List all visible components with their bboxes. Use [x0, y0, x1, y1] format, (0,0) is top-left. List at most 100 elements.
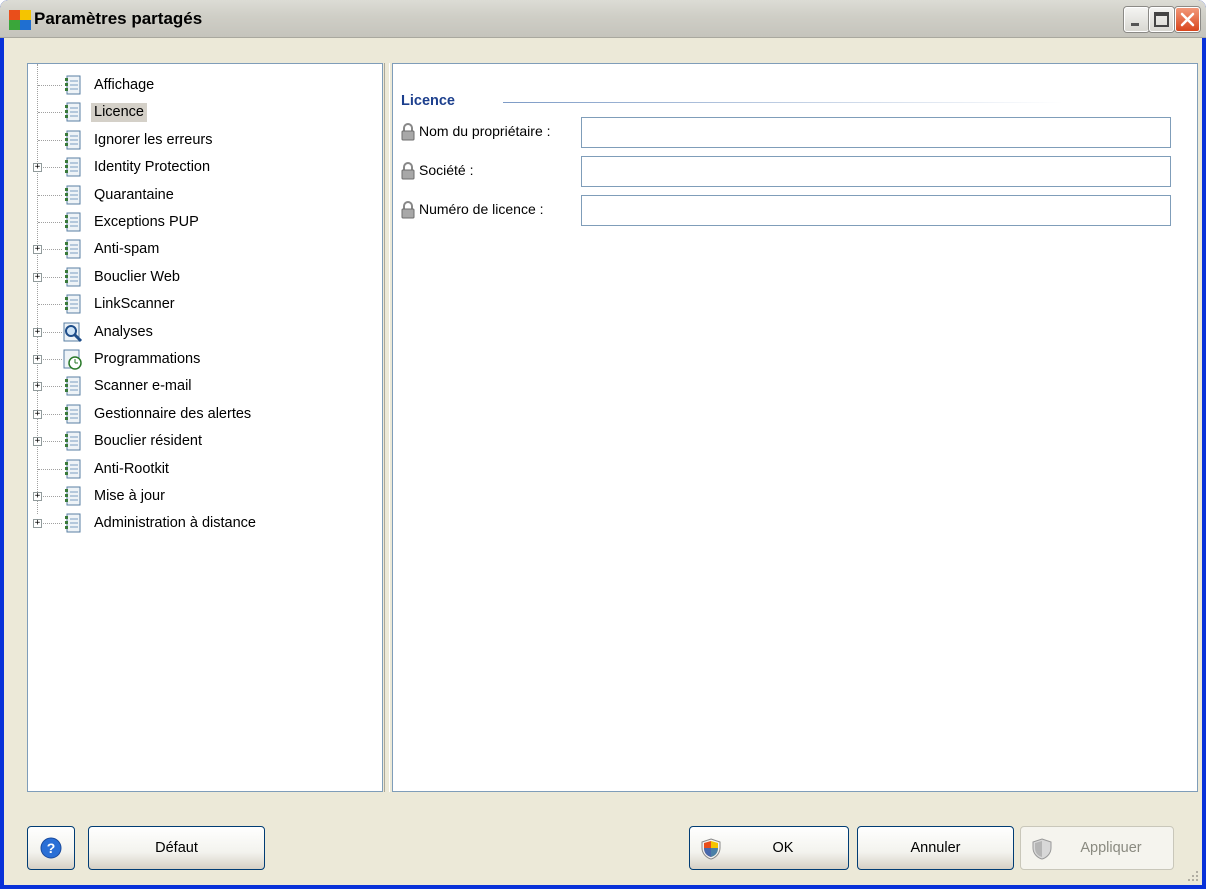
settings-page-icon: [65, 75, 81, 95]
tree-connector-line: [38, 222, 62, 223]
apply-button-label: Appliquer: [1080, 840, 1142, 856]
tree-item-label: Licence: [91, 103, 147, 123]
ok-button[interactable]: OK: [689, 826, 849, 870]
resize-grip-icon[interactable]: [1186, 869, 1200, 883]
expand-toggle-icon[interactable]: +: [33, 437, 42, 447]
tree-item[interactable]: Licence: [28, 99, 382, 126]
expand-toggle-icon[interactable]: +: [33, 245, 42, 255]
minimize-button[interactable]: [1124, 7, 1149, 32]
tree-item[interactable]: + Bouclier résident: [28, 428, 382, 455]
settings-page-icon: [65, 431, 81, 451]
tree-item-label: Anti-Rootkit: [94, 460, 169, 477]
tree-item[interactable]: + Anti-spam: [28, 236, 382, 263]
tree-item[interactable]: Exceptions PUP: [28, 209, 382, 236]
lock-icon: [401, 201, 415, 219]
settings-window: Paramètres partagés Affichage Licence Igno…: [0, 0, 1206, 889]
tree-item-label: Bouclier Web: [94, 268, 180, 285]
apply-button[interactable]: Appliquer: [1020, 826, 1174, 870]
tree-item[interactable]: + Programmations: [28, 346, 382, 373]
title-bar[interactable]: Paramètres partagés: [0, 0, 1206, 38]
lock-icon: [401, 123, 415, 141]
tree-connector-line: [38, 85, 62, 86]
default-button[interactable]: Défaut: [88, 826, 265, 870]
license-number-row: Numéro de licence :: [401, 195, 1191, 226]
settings-page-icon: [65, 486, 81, 506]
tree-item[interactable]: + Administration à distance: [28, 510, 382, 537]
settings-page-icon: [65, 185, 81, 205]
company-field[interactable]: [581, 156, 1171, 187]
expand-toggle-icon[interactable]: +: [33, 409, 42, 419]
settings-page-icon: [65, 212, 81, 232]
cancel-button[interactable]: Annuler: [857, 826, 1014, 870]
license-number-field[interactable]: [581, 195, 1171, 226]
tree-item-label: Mise à jour: [94, 488, 165, 504]
help-button[interactable]: ?: [27, 826, 75, 870]
expand-toggle-icon[interactable]: +: [33, 519, 42, 529]
tree-item[interactable]: + Identity Protection: [28, 154, 382, 181]
settings-page-icon: [65, 102, 81, 122]
scan-magnifier-icon: [63, 322, 83, 342]
window-title: Paramètres partagés: [34, 9, 203, 28]
tree-item[interactable]: + Bouclier Web: [28, 264, 382, 291]
tree-item-label: Exceptions PUP: [94, 214, 199, 230]
tree-item-label: Identity Protection: [94, 159, 211, 176]
tree-item[interactable]: Quarantaine: [28, 182, 382, 209]
company-row: Société :: [401, 156, 1191, 187]
tree-item-label: Ignorer les erreurs: [94, 131, 213, 148]
maximize-button[interactable]: [1149, 7, 1174, 32]
maximize-icon: [1154, 12, 1169, 27]
tree-item[interactable]: + Mise à jour: [28, 483, 382, 510]
settings-page-icon: [65, 513, 81, 533]
expand-toggle-icon[interactable]: +: [33, 382, 42, 392]
tree-item-label: Bouclier résident: [94, 433, 202, 450]
tree-connector-line: [38, 304, 62, 306]
tree-item-label: Scanner e-mail: [94, 378, 192, 395]
schedule-clock-icon: [63, 349, 82, 370]
close-icon: [1180, 12, 1195, 27]
owner-name-row: Nom du propriétaire :: [401, 117, 1191, 148]
owner-name-label: Nom du propriétaire :: [419, 123, 551, 139]
settings-page-icon: [65, 404, 81, 424]
tree-item-label: Anti-spam: [94, 241, 160, 258]
settings-page-icon: [65, 376, 81, 396]
expand-toggle-icon[interactable]: +: [33, 163, 42, 173]
company-label: Société :: [419, 162, 474, 178]
tree-item[interactable]: LinkScanner: [28, 291, 382, 318]
owner-name-field[interactable]: [581, 117, 1171, 148]
tree-item[interactable]: + Scanner e-mail: [28, 373, 382, 400]
panel-splitter[interactable]: [384, 63, 390, 792]
tree-item-label: Gestionnaire des alertes: [94, 405, 252, 422]
settings-page-icon: [65, 459, 81, 479]
tree-connector-line: [38, 468, 62, 470]
expand-toggle-icon[interactable]: +: [33, 355, 42, 364]
tree-item-label: Administration à distance: [94, 515, 256, 532]
section-title: Licence: [401, 93, 455, 109]
tree-item-label: Analyses: [94, 323, 153, 340]
tree-item[interactable]: + Gestionnaire des alertes: [28, 401, 382, 428]
svg-text:?: ?: [47, 840, 56, 856]
tree-item[interactable]: Affichage: [28, 72, 382, 99]
default-button-label: Défaut: [155, 840, 198, 856]
ok-button-label: OK: [772, 840, 794, 856]
tree-item-label: Programmations: [94, 351, 201, 367]
tree-item[interactable]: Anti-Rootkit: [28, 456, 382, 483]
settings-page-icon: [65, 267, 81, 287]
tree-item-label: Affichage: [94, 77, 155, 93]
settings-page-icon: [65, 294, 81, 314]
tree-connector-line: [38, 194, 62, 196]
section-divider: [503, 102, 1063, 103]
tree-item-label: LinkScanner: [94, 296, 175, 313]
license-number-label: Numéro de licence :: [419, 201, 544, 217]
minimize-icon: [1131, 23, 1139, 26]
expand-toggle-icon[interactable]: +: [33, 272, 42, 282]
tree-connector-line: [38, 112, 62, 114]
tree-item[interactable]: Ignorer les erreurs: [28, 127, 382, 154]
close-button[interactable]: [1175, 7, 1200, 32]
settings-tree[interactable]: Affichage Licence Ignorer les erreurs + Iden…: [27, 63, 383, 792]
tree-connector-line: [38, 139, 62, 141]
tree-item[interactable]: + Analyses: [28, 319, 382, 346]
settings-page-icon: [65, 239, 81, 259]
dialog-body: Affichage Licence Ignorer les erreurs + Iden…: [4, 38, 1202, 885]
expand-toggle-icon[interactable]: +: [33, 492, 42, 501]
expand-toggle-icon[interactable]: +: [33, 327, 42, 337]
